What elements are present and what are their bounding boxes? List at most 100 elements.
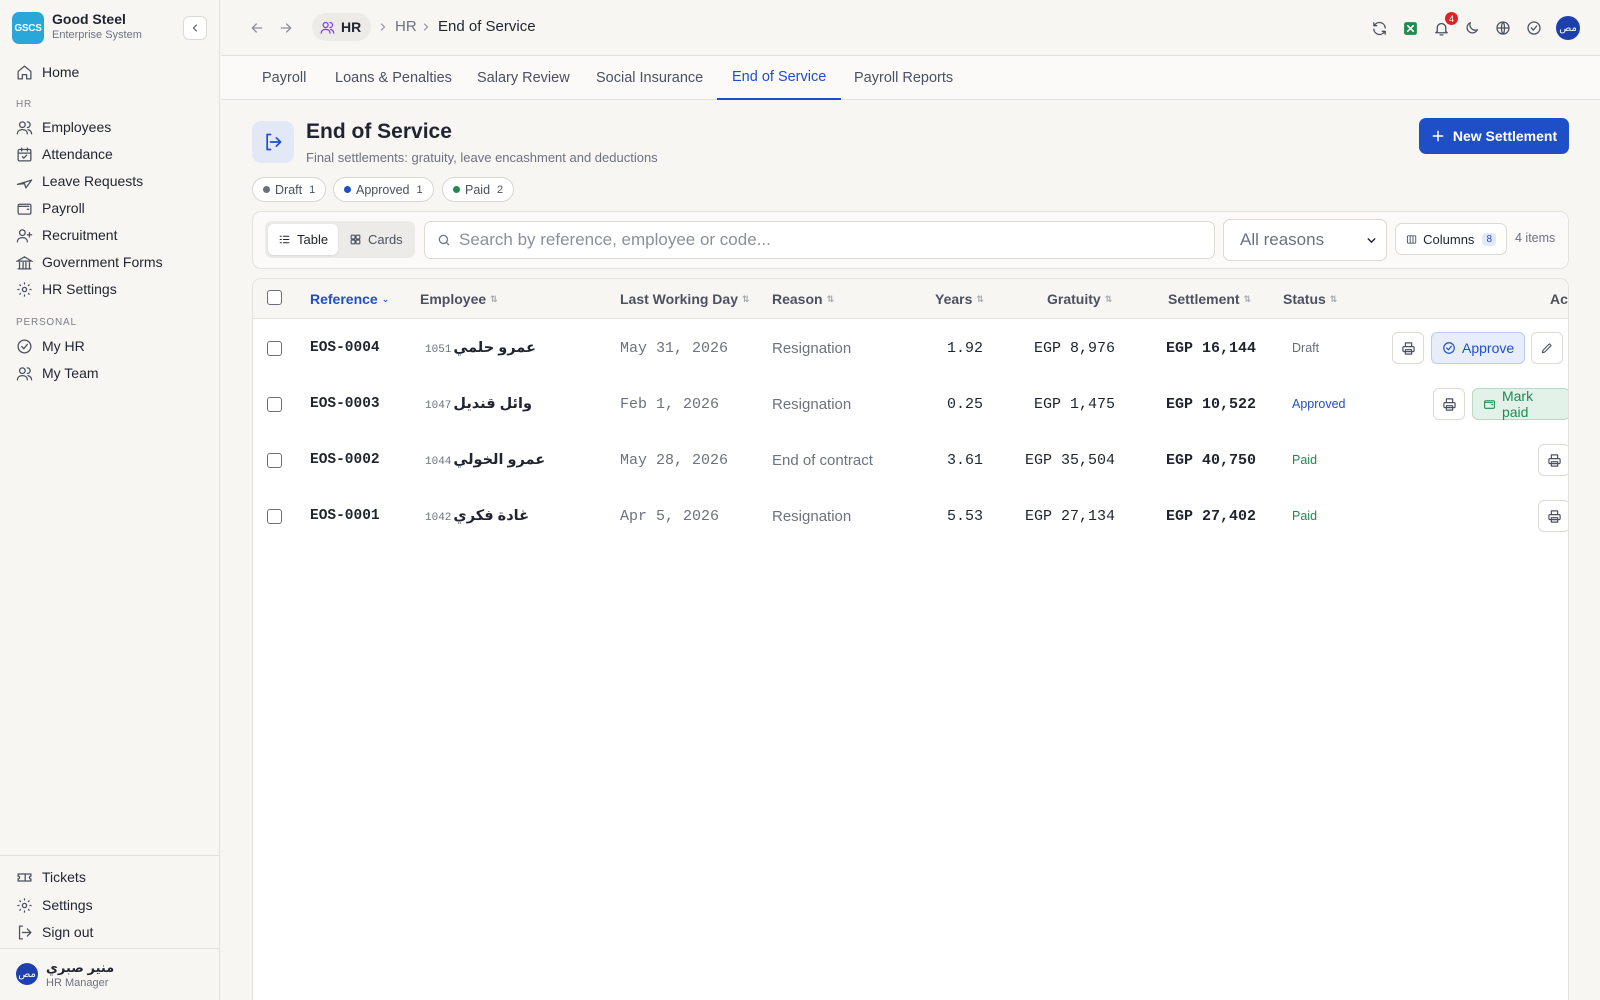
row-checkbox[interactable] (267, 432, 282, 488)
cell-years: 1.92 (946, 339, 983, 357)
checkbox-box (267, 452, 282, 468)
sidebar-item-label: Leave Requests (42, 173, 144, 189)
filter-pill-approved[interactable]: Approved 1 (333, 177, 434, 202)
page-subtitle: Final settlements: gratuity, leave encas… (306, 150, 658, 165)
sidebar-item-employees[interactable]: Employees (16, 115, 206, 139)
collapse-sidebar-button[interactable] (183, 16, 207, 40)
sidebar-item-label: Attendance (42, 146, 113, 162)
forward-button[interactable] (276, 18, 296, 38)
row-checkbox[interactable] (267, 320, 282, 376)
cell-reason: End of contract (772, 451, 873, 469)
column-header-label: Gratuity (1047, 291, 1101, 307)
edit-button[interactable] (1531, 332, 1563, 364)
column-header-label: Last Working Day (620, 291, 738, 307)
tab-salary-review[interactable]: Salary Review (462, 56, 585, 100)
table-row[interactable]: EOS-0001 1042 غادة فكري Apr 5, 2026 Resi… (253, 488, 1568, 544)
cell-reference[interactable]: EOS-0004 (310, 320, 380, 376)
filter-pill-paid[interactable]: Paid 2 (442, 177, 515, 202)
status-dot (263, 186, 270, 193)
sidebar-item-attendance[interactable]: Attendance (16, 142, 206, 166)
print-button[interactable] (1392, 332, 1424, 364)
tasks-button[interactable] (1523, 17, 1545, 39)
column-header-status[interactable]: Status ⇅ (1283, 291, 1337, 307)
filter-pill-label: Draft (275, 182, 303, 197)
column-header-last-working-day[interactable]: Last Working Day ⇅ (620, 291, 750, 307)
columns-label: Columns (1423, 231, 1475, 247)
column-header-reason[interactable]: Reason ⇅ (772, 291, 834, 307)
excel-button[interactable] (1399, 17, 1421, 39)
filter-pill-draft[interactable]: Draft 1 (252, 177, 327, 202)
print-button[interactable] (1538, 500, 1568, 532)
print-button[interactable] (1433, 388, 1465, 420)
tab-payroll-reports[interactable]: Payroll Reports (839, 56, 968, 100)
wallet-icon (17, 203, 32, 215)
search-input[interactable] (459, 230, 1179, 250)
columns-button[interactable]: Columns 8 (1395, 223, 1507, 255)
brand[interactable]: GSCS Good Steel Enterprise System (12, 11, 208, 45)
cell-last-working-day: May 28, 2026 (620, 451, 729, 469)
cell-gratuity: EGP 27,134 (1024, 507, 1115, 525)
cell-last-working-day: May 31, 2026 (620, 339, 729, 357)
cell-years: 0.25 (946, 395, 983, 413)
sidebar-item-payroll[interactable]: Payroll (16, 196, 206, 220)
sort-icon: ⇅ (976, 293, 984, 304)
print-button[interactable] (1538, 444, 1568, 476)
notifications-button[interactable]: 4 (1430, 12, 1458, 39)
back-button[interactable] (247, 18, 267, 38)
header-avatar[interactable]: مص (1556, 16, 1580, 40)
brand-subtitle: Enterprise System (52, 29, 142, 41)
breadcrumb-section[interactable]: HR (395, 18, 417, 35)
row-checkbox[interactable] (267, 488, 282, 544)
sidebar-item-home[interactable]: Home (16, 60, 206, 84)
mark-paid-button[interactable]: Mark paid (1472, 388, 1568, 420)
user-avatar[interactable]: مص (16, 963, 38, 985)
tab-bar: Payroll Loans & Penalties Salary Review … (221, 56, 1600, 100)
sidebar-divider (0, 855, 220, 856)
table-row[interactable]: EOS-0004 1051 عمرو حلمي May 31, 2026 Res… (253, 320, 1568, 376)
reason-filter-select[interactable]: All reasons (1223, 219, 1387, 261)
breadcrumb-module[interactable]: HR (312, 13, 372, 41)
users-icon (16, 366, 33, 381)
sidebar-item-my-hr[interactable]: My HR (16, 334, 206, 358)
sidebar-item-hr-settings[interactable]: HR Settings (16, 277, 206, 301)
sidebar-item-label: HR Settings (42, 281, 117, 297)
sort-icon: ⇅ (1104, 293, 1113, 304)
approve-button[interactable]: Approve (1431, 332, 1526, 364)
cell-employee: 1051 عمرو حلمي (425, 320, 536, 376)
tab-social-insurance[interactable]: Social Insurance (581, 56, 718, 100)
row-checkbox[interactable] (267, 376, 282, 432)
sidebar-item-recruitment[interactable]: Recruitment (16, 223, 206, 247)
theme-toggle-button[interactable] (1461, 17, 1483, 39)
cell-reference[interactable]: EOS-0003 (310, 376, 380, 432)
table-row[interactable]: EOS-0002 1044 عمرو الخولي May 28, 2026 E… (253, 432, 1568, 488)
sidebar-item-settings[interactable]: Settings (16, 893, 206, 917)
checkbox-box (267, 396, 282, 412)
column-header-settlement[interactable]: Settlement ⇅ (1168, 291, 1251, 307)
filter-pill-count: 1 (416, 183, 423, 196)
sidebar-item-sign-out[interactable]: Sign out (16, 920, 206, 944)
view-table-button[interactable]: Table (268, 224, 339, 255)
new-settlement-button[interactable]: New Settlement (1419, 118, 1569, 154)
tab-payroll[interactable]: Payroll (247, 56, 321, 100)
sign-out-icon (266, 133, 282, 151)
sidebar-item-tickets[interactable]: Tickets (16, 865, 206, 889)
tab-end-of-service[interactable]: End of Service (717, 56, 842, 100)
column-header-years[interactable]: Years ⇅ (935, 291, 984, 307)
column-header-gratuity[interactable]: Gratuity ⇅ (1047, 291, 1112, 307)
sidebar-item-leave-requests[interactable]: Leave Requests (16, 169, 206, 193)
user-role: HR Manager (46, 977, 109, 989)
column-header-reference[interactable]: Reference ⌄ (310, 291, 389, 307)
tab-loans-penalties[interactable]: Loans & Penalties (320, 56, 467, 100)
language-button[interactable] (1492, 17, 1514, 39)
view-cards-button[interactable]: Cards (339, 224, 413, 255)
sidebar-item-government-forms[interactable]: Government Forms (16, 250, 206, 274)
column-header-employee[interactable]: Employee ⇅ (420, 291, 498, 307)
cell-reference[interactable]: EOS-0001 (310, 488, 380, 544)
sidebar-item-my-team[interactable]: My Team (16, 361, 206, 385)
select-all-checkbox[interactable] (267, 290, 282, 305)
table-row[interactable]: EOS-0003 1047 وائل قنديل Feb 1, 2026 Res… (253, 376, 1568, 432)
check-circle-icon (17, 338, 32, 354)
cell-reference[interactable]: EOS-0002 (310, 432, 380, 488)
refresh-button[interactable] (1368, 17, 1390, 39)
sidebar: GSCS Good Steel Enterprise System Home H… (0, 0, 220, 1000)
